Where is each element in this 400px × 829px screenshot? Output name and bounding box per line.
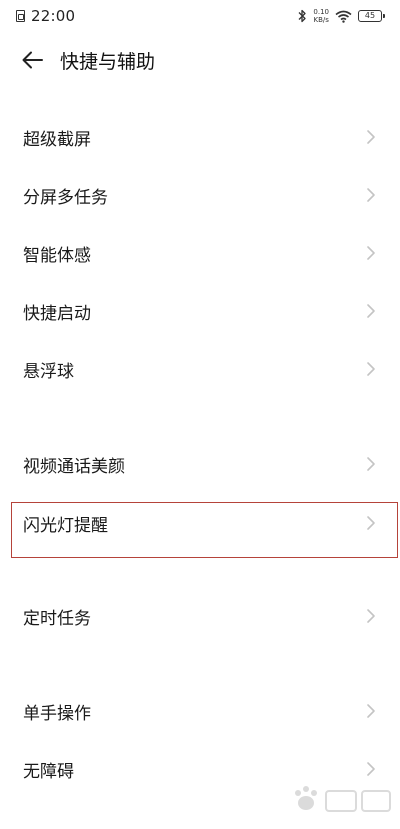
chevron-right-icon bbox=[367, 362, 375, 376]
settings-item-floating-ball[interactable]: 悬浮球 bbox=[0, 340, 400, 398]
network-speed: 0.10 KB/s bbox=[313, 8, 329, 24]
chevron-right-icon bbox=[367, 246, 375, 260]
settings-item-scheduled-tasks[interactable]: 定时任务 bbox=[0, 587, 400, 645]
arrow-left-icon[interactable] bbox=[20, 47, 46, 73]
watermark-logo bbox=[295, 786, 391, 812]
settings-item-super-screenshot[interactable]: 超级截屏 bbox=[0, 108, 400, 166]
chevron-right-icon bbox=[367, 457, 375, 471]
settings-item-label: 单手操作 bbox=[23, 703, 91, 724]
wifi-icon bbox=[335, 10, 352, 23]
settings-item-smart-motion[interactable]: 智能体感 bbox=[0, 224, 400, 282]
screen: 22:00 0.10 KB/s 45 快捷与辅助 超级截屏 分屏多任务 智能体感… bbox=[0, 0, 400, 829]
chevron-right-icon bbox=[367, 762, 375, 776]
chevron-right-icon bbox=[367, 304, 375, 318]
chevron-right-icon bbox=[367, 609, 375, 623]
settings-item-label: 悬浮球 bbox=[23, 361, 74, 382]
status-bar: 22:00 0.10 KB/s 45 bbox=[0, 0, 400, 32]
settings-item-quick-launch[interactable]: 快捷启动 bbox=[0, 282, 400, 340]
settings-item-label: 闪光灯提醒 bbox=[23, 515, 108, 536]
network-speed-value: 0.10 bbox=[313, 8, 329, 16]
battery-icon: 45 bbox=[358, 10, 385, 22]
settings-item-one-hand-mode[interactable]: 单手操作 bbox=[0, 682, 400, 740]
battery-level: 45 bbox=[364, 11, 376, 20]
settings-item-label: 视频通话美颜 bbox=[23, 456, 125, 477]
chevron-right-icon bbox=[367, 516, 375, 530]
page-title: 快捷与辅助 bbox=[60, 50, 156, 73]
bluetooth-icon bbox=[298, 9, 307, 23]
settings-item-label: 无障碍 bbox=[23, 761, 74, 782]
status-time: 22:00 bbox=[31, 7, 76, 25]
status-bar-left: 22:00 bbox=[16, 7, 75, 25]
settings-item-label: 分屏多任务 bbox=[23, 187, 108, 208]
chevron-right-icon bbox=[367, 704, 375, 718]
settings-item-label: 快捷启动 bbox=[23, 303, 91, 324]
settings-item-label: 智能体感 bbox=[23, 245, 91, 266]
settings-item-label: 定时任务 bbox=[23, 608, 91, 629]
settings-item-video-call-beauty[interactable]: 视频通话美颜 bbox=[0, 435, 400, 493]
sim-card-icon bbox=[16, 10, 25, 22]
chevron-right-icon bbox=[367, 188, 375, 202]
network-speed-unit: KB/s bbox=[313, 16, 329, 24]
settings-item-split-screen[interactable]: 分屏多任务 bbox=[0, 166, 400, 224]
chevron-right-icon bbox=[367, 130, 375, 144]
settings-item-label: 超级截屏 bbox=[23, 129, 91, 150]
status-bar-right: 0.10 KB/s 45 bbox=[297, 8, 385, 24]
settings-item-flash-notification[interactable]: 闪光灯提醒 bbox=[0, 494, 400, 552]
header: 快捷与辅助 bbox=[0, 36, 400, 84]
